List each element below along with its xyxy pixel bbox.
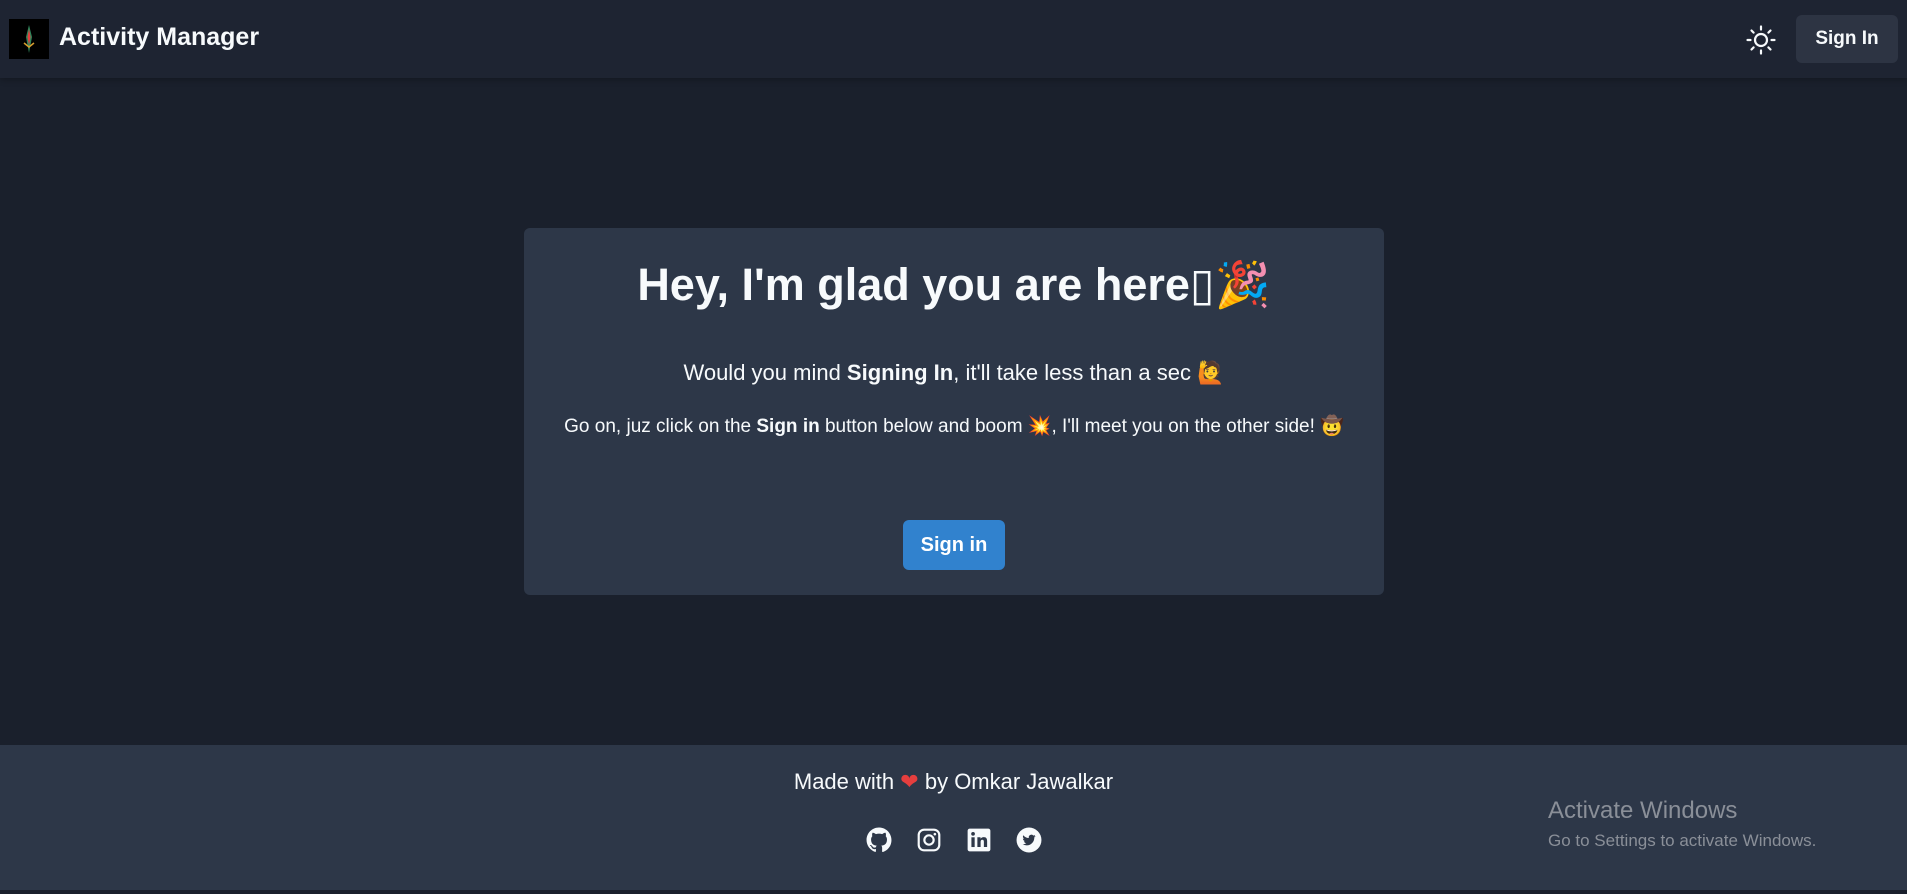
sign-in-prompt: Would you mind Signing In, it'll take le…: [683, 360, 1225, 385]
sign-in-emphasis-2: Sign in: [756, 416, 820, 437]
rocket-logo-icon[interactable]: [9, 19, 49, 59]
instagram-icon[interactable]: [915, 826, 943, 854]
sign-in-instructions: Go on, juz click on the Sign in button b…: [564, 416, 1344, 437]
watermark-title: Activate Windows: [1548, 797, 1738, 824]
footer-credit: Made with ❤ by Omkar Jawalkar: [793, 769, 1114, 794]
sign-in-emphasis: Signing In: [846, 360, 954, 385]
linkedin-icon[interactable]: [965, 826, 993, 854]
sign-in-button[interactable]: Sign in: [903, 520, 1005, 570]
welcome-heading: Hey, I'm glad you are here▯🎉: [637, 259, 1271, 310]
nav-sign-in-button[interactable]: Sign In: [1796, 15, 1898, 63]
twitter-icon[interactable]: [1015, 826, 1043, 854]
sun-icon[interactable]: [1743, 22, 1779, 58]
welcome-card: Hey, I'm glad you are here▯🎉 Would you m…: [524, 228, 1384, 595]
windows-activation-watermark: Activate Windows Go to Settings to activ…: [1548, 797, 1816, 851]
watermark-subtitle: Go to Settings to activate Windows.: [1548, 831, 1817, 850]
app-title[interactable]: Activity Manager: [59, 23, 259, 52]
navbar: Activity Manager Sign In: [0, 0, 1907, 78]
heart-icon: ❤: [900, 769, 919, 794]
github-icon[interactable]: [865, 826, 893, 854]
